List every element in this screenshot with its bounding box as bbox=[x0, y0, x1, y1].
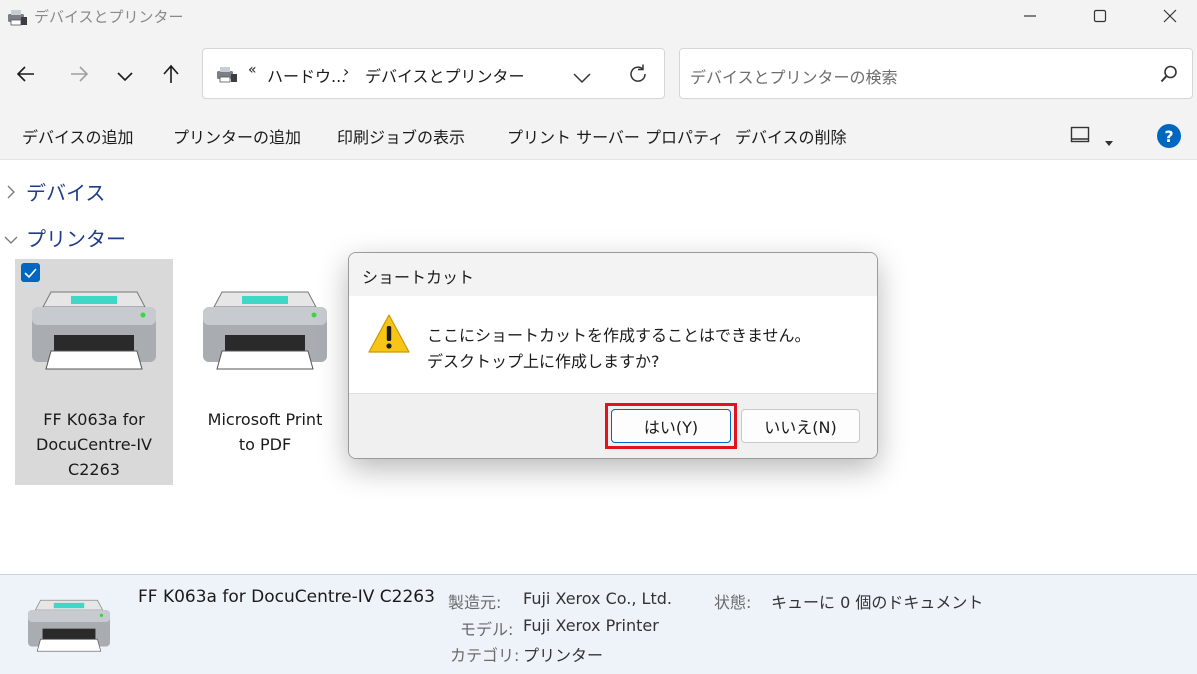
view-options-icon bbox=[1070, 126, 1090, 148]
maximize-button[interactable] bbox=[1077, 0, 1123, 34]
details-printer-name: FF K063a for DocuCentre-IV C2263 bbox=[138, 587, 435, 607]
minimize-icon bbox=[1023, 8, 1037, 27]
recent-locations-button[interactable] bbox=[109, 60, 141, 92]
breadcrumb-overflow[interactable]: « bbox=[248, 62, 257, 78]
caret-down-icon bbox=[1104, 132, 1114, 151]
breadcrumb-item-hardware[interactable]: ハードウ... bbox=[267, 63, 346, 87]
chevron-down-icon bbox=[4, 230, 18, 249]
dialog-button-bar: はい(Y) いいえ(N) bbox=[349, 393, 877, 458]
forward-button[interactable] bbox=[63, 60, 95, 92]
printers-group-label: プリンター bbox=[26, 227, 126, 251]
view-options-button[interactable] bbox=[1070, 124, 1122, 148]
status-value: キューに 0 個のドキュメント bbox=[771, 593, 984, 612]
chevron-down-icon bbox=[117, 67, 133, 86]
status-label: 状態: bbox=[714, 593, 752, 612]
print-server-properties-button[interactable]: プリント サーバー プロパティ bbox=[507, 124, 724, 148]
printer-icon bbox=[29, 289, 159, 383]
yes-button[interactable]: はい(Y) bbox=[611, 409, 731, 443]
dialog-title-bar: ショートカット bbox=[349, 253, 877, 296]
category-value: プリンター bbox=[523, 646, 604, 665]
help-label: ? bbox=[1164, 126, 1174, 146]
checkbox-checked-icon[interactable] bbox=[21, 263, 40, 282]
manufacturer-value: Fuji Xerox Co., Ltd. bbox=[523, 589, 672, 608]
breadcrumb-separator[interactable]: › bbox=[343, 62, 349, 81]
printer-icon bbox=[26, 597, 112, 663]
printer-name-label: FF K063a for DocuCentre-IV C2263 bbox=[36, 410, 152, 479]
no-button[interactable]: いいえ(N) bbox=[741, 409, 860, 443]
shortcut-dialog: ショートカット ここにショートカットを作成することはできません。 デスクトップ上… bbox=[348, 252, 878, 459]
title-bar: デバイスとプリンター bbox=[0, 0, 1197, 36]
warning-icon bbox=[368, 313, 410, 359]
breadcrumb-item-devices-printers[interactable]: デバイスとプリンター bbox=[365, 63, 525, 87]
minimize-button[interactable] bbox=[1007, 0, 1053, 34]
window-title: デバイスとプリンター bbox=[34, 8, 184, 26]
devices-group-label: デバイス bbox=[26, 181, 106, 205]
model-value: Fuji Xerox Printer bbox=[523, 616, 659, 635]
printer-icon bbox=[200, 289, 330, 383]
search-input[interactable]: デバイスとプリンターの検索 bbox=[690, 64, 898, 88]
add-printer-button[interactable]: プリンターの追加 bbox=[173, 124, 301, 148]
category-label: カテゴリ: bbox=[450, 646, 520, 665]
arrow-left-icon bbox=[16, 65, 36, 87]
maximize-icon bbox=[1093, 8, 1107, 27]
manufacturer-label: 製造元: bbox=[448, 593, 502, 612]
chevron-right-icon bbox=[6, 184, 16, 203]
printer-name-label: Microsoft Print to PDF bbox=[207, 410, 323, 454]
close-icon bbox=[1163, 8, 1177, 27]
search-icon bbox=[1160, 65, 1178, 87]
close-button[interactable] bbox=[1147, 0, 1193, 34]
arrow-right-icon bbox=[69, 65, 89, 87]
printer-tile[interactable]: Microsoft Print to PDF bbox=[186, 259, 344, 485]
view-print-jobs-button[interactable]: 印刷ジョブの表示 bbox=[337, 124, 465, 148]
dialog-message-line-2: デスクトップ上に作成しますか? bbox=[427, 352, 660, 371]
add-device-button[interactable]: デバイスの追加 bbox=[22, 124, 134, 148]
devices-printers-icon bbox=[215, 64, 239, 88]
refresh-icon[interactable] bbox=[627, 63, 649, 89]
help-icon[interactable]: ? bbox=[1157, 124, 1181, 148]
arrow-up-icon bbox=[162, 64, 180, 88]
dialog-title: ショートカット bbox=[362, 268, 475, 287]
model-label: モデル: bbox=[460, 620, 514, 639]
details-pane: FF K063a for DocuCentre-IV C2263 製造元: Fu… bbox=[0, 574, 1197, 674]
up-button[interactable] bbox=[155, 60, 187, 92]
back-button[interactable] bbox=[10, 60, 42, 92]
dialog-message-line-1: ここにショートカットを作成することはできません。 bbox=[427, 326, 811, 345]
remove-device-button[interactable]: デバイスの削除 bbox=[735, 124, 847, 148]
search-box[interactable]: デバイスとプリンターの検索 bbox=[679, 48, 1193, 99]
devices-printers-icon bbox=[6, 7, 28, 27]
address-bar[interactable]: « ハードウ... › デバイスとプリンター bbox=[202, 48, 665, 99]
chevron-down-icon[interactable] bbox=[573, 69, 591, 88]
printer-tile[interactable]: FF K063a for DocuCentre-IV C2263 bbox=[15, 259, 173, 485]
